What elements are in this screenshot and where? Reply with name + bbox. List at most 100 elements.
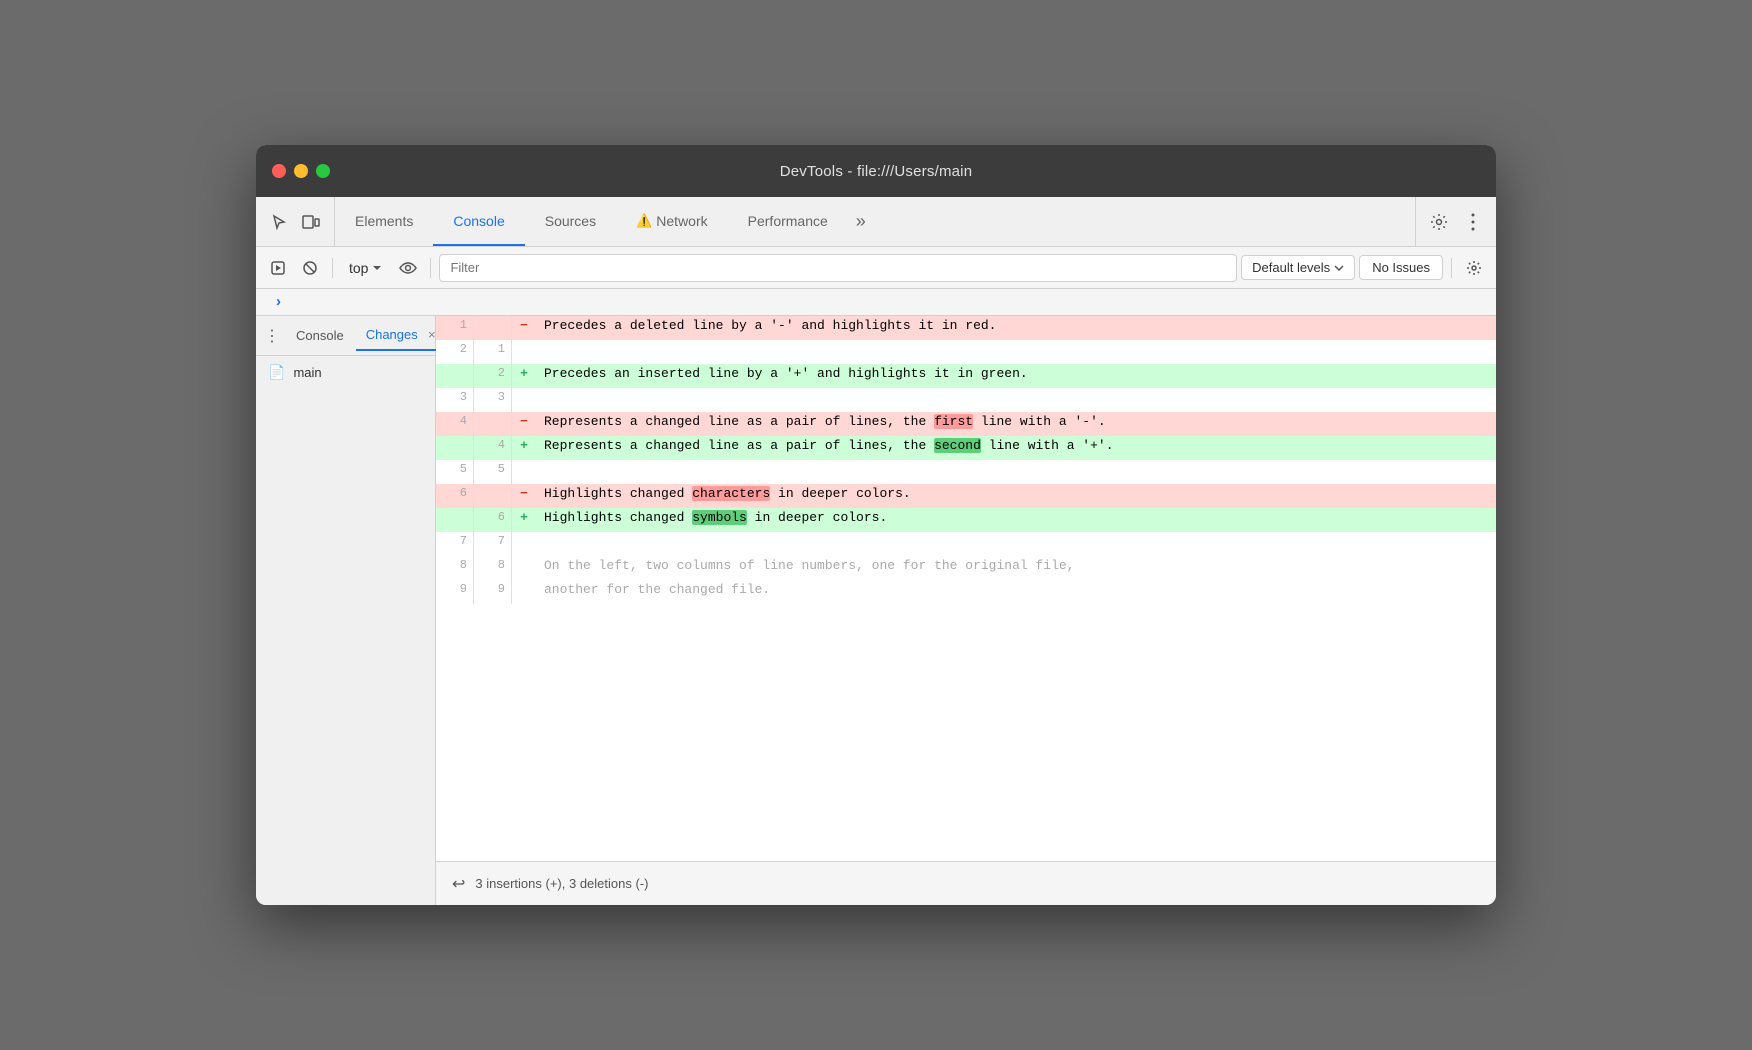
default-levels-dropdown[interactable]: Default levels [1241, 255, 1355, 280]
line-num-new: 7 [474, 532, 512, 556]
settings-icon[interactable] [1428, 211, 1450, 233]
diff-marker [512, 460, 536, 484]
maximize-button[interactable] [316, 164, 330, 178]
window-controls [272, 164, 330, 178]
line-num-old: 3 [436, 388, 474, 412]
filter-input[interactable] [439, 254, 1237, 282]
diff-content: Precedes a deleted line by a '-' and hig… [536, 316, 1496, 340]
file-icon: 📄 [268, 364, 285, 381]
close-button[interactable] [272, 164, 286, 178]
line-num-old [436, 508, 474, 532]
diff-row-deleted-2: 4 − Represents a changed line as a pair … [436, 412, 1496, 436]
diff-row-unchanged-4: 7 7 [436, 532, 1496, 556]
diff-row-inserted-2: 4 + Represents a changed line as a pair … [436, 436, 1496, 460]
inspect-icon[interactable] [268, 211, 290, 233]
line-num-old: 6 [436, 484, 474, 508]
line-num-new [474, 484, 512, 508]
line-num-new: 6 [474, 508, 512, 532]
diff-summary: 3 insertions (+), 3 deletions (-) [475, 876, 648, 891]
tab-performance[interactable]: Performance [728, 197, 848, 246]
network-warning-icon: ⚠️ [636, 213, 652, 229]
diff-row-unchanged-5: 8 8 On the left, two columns of line num… [436, 556, 1496, 580]
diff-row-unchanged-2: 3 3 [436, 388, 1496, 412]
line-num-new: 4 [474, 436, 512, 460]
diff-content: Represents a changed line as a pair of l… [536, 412, 1496, 436]
line-num-new [474, 412, 512, 436]
line-num-old: 7 [436, 532, 474, 556]
diff-row-unchanged-6: 9 9 another for the changed file. [436, 580, 1496, 604]
diff-viewer: 1 − Precedes a deleted line by a '-' and… [436, 316, 1496, 861]
bottom-panel: ⋮ Console Changes × × 📄 main [256, 316, 1496, 905]
changes-tab-label: Changes × [366, 327, 440, 343]
diff-marker: + [512, 436, 536, 460]
diff-marker [512, 556, 536, 580]
toolbar-separator-1 [332, 258, 333, 278]
menu-dots-icon[interactable] [1462, 211, 1484, 233]
diff-marker: − [512, 412, 536, 436]
line-num-old: 2 [436, 340, 474, 364]
js-prompt-icon: › [268, 289, 289, 314]
clear-console-icon[interactable] [296, 254, 324, 282]
minimize-button[interactable] [294, 164, 308, 178]
console-settings-icon[interactable] [1460, 254, 1488, 282]
diff-marker: + [512, 508, 536, 532]
line-num-new: 3 [474, 388, 512, 412]
diff-marker: − [512, 316, 536, 340]
toolbar-separator-3 [1451, 258, 1452, 278]
diff-row-deleted-1: 1 − Precedes a deleted line by a '-' and… [436, 316, 1496, 340]
line-num-old [436, 364, 474, 388]
highlight-del-chars: characters [692, 486, 770, 501]
tab-console[interactable]: Console [433, 197, 524, 246]
line-num-old: 4 [436, 412, 474, 436]
diff-content: On the left, two columns of line numbers… [536, 556, 1496, 580]
diff-row-inserted-1: 2 + Precedes an inserted line by a '+' a… [436, 364, 1496, 388]
diff-row-unchanged-1: 2 1 [436, 340, 1496, 364]
run-script-icon[interactable] [264, 254, 292, 282]
main-toolbar: Elements Console Sources ⚠️ Network Perf… [256, 197, 1496, 247]
diff-content [536, 340, 1496, 364]
device-toolbar-icon[interactable] [300, 211, 322, 233]
window-title: DevTools - file:///Users/main [780, 163, 973, 180]
line-num-old: 9 [436, 580, 474, 604]
tab-sources[interactable]: Sources [525, 197, 616, 246]
tab-elements[interactable]: Elements [335, 197, 433, 246]
line-num-old: 8 [436, 556, 474, 580]
sidebar-file-item[interactable]: 📄 main [256, 356, 435, 389]
title-bar: DevTools - file:///Users/main [256, 145, 1496, 197]
diff-content: Highlights changed characters in deeper … [536, 484, 1496, 508]
more-tabs-button[interactable]: » [848, 197, 874, 246]
js-prompt-area: › [256, 289, 1496, 316]
diff-content [536, 460, 1496, 484]
diff-row-unchanged-3: 5 5 [436, 460, 1496, 484]
diff-content [536, 388, 1496, 412]
toolbar-right-icons [1415, 197, 1496, 246]
context-dropdown[interactable]: top [341, 256, 390, 280]
diff-marker [512, 388, 536, 412]
sidebar-tab-console[interactable]: Console [286, 322, 354, 349]
sidebar-tabs: ⋮ Console Changes × × [256, 316, 435, 356]
no-issues-button[interactable]: No Issues [1359, 255, 1443, 280]
undo-icon[interactable]: ↩ [452, 874, 465, 894]
diff-row-deleted-3: 6 − Highlights changed characters in dee… [436, 484, 1496, 508]
highlight-ins: second [934, 438, 981, 453]
sidebar-menu-icon[interactable]: ⋮ [264, 324, 280, 348]
tab-network[interactable]: ⚠️ Network [616, 197, 728, 246]
devtools-left-icons [256, 197, 335, 246]
line-num-new: 8 [474, 556, 512, 580]
diff-marker [512, 532, 536, 556]
line-num-new: 2 [474, 364, 512, 388]
diff-content: Highlights changed symbols in deeper col… [536, 508, 1496, 532]
line-num-new [474, 316, 512, 340]
diff-marker [512, 580, 536, 604]
line-num-new: 1 [474, 340, 512, 364]
devtools-window: DevTools - file:///Users/main Elements [256, 145, 1496, 905]
eye-icon[interactable] [394, 254, 422, 282]
diff-footer: ↩ 3 insertions (+), 3 deletions (-) [436, 861, 1496, 905]
sidebar: ⋮ Console Changes × × 📄 main [256, 316, 436, 905]
diff-content: Represents a changed line as a pair of l… [536, 436, 1496, 460]
line-num-old: 5 [436, 460, 474, 484]
diff-marker [512, 340, 536, 364]
tabs-area: Elements Console Sources ⚠️ Network Perf… [335, 197, 1415, 246]
toolbar-separator-2 [430, 258, 431, 278]
line-num-new: 9 [474, 580, 512, 604]
